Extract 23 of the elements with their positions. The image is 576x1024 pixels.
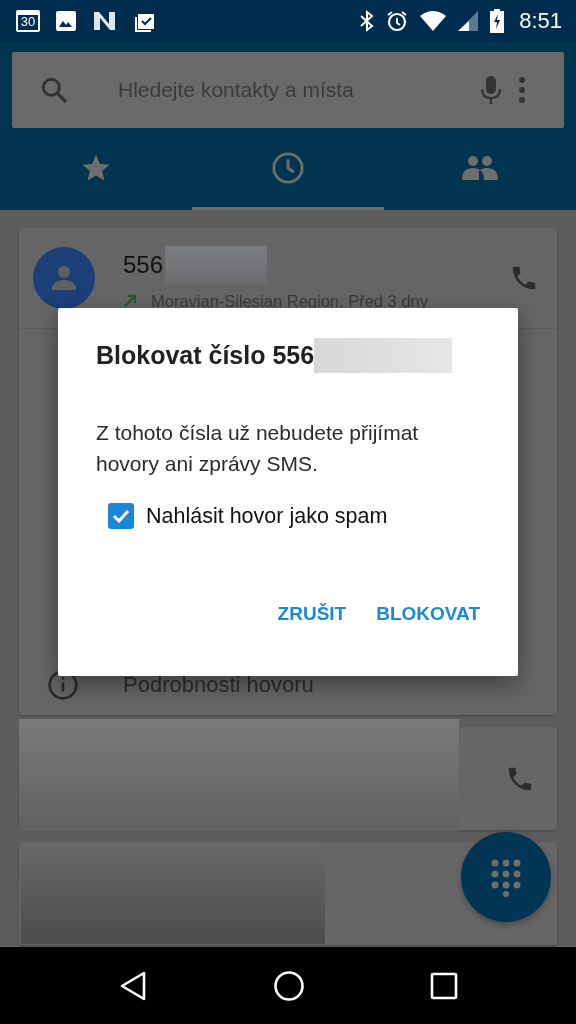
image-icon	[54, 9, 78, 33]
dialog-title: Blokovat číslo 556	[96, 341, 315, 370]
report-spam-checkbox[interactable]: Nahlásit hovor jako spam	[108, 503, 388, 529]
clock-icon	[271, 150, 305, 185]
outgoing-call-arrow-icon	[123, 294, 137, 308]
clock-time: 8:51	[519, 8, 562, 34]
dialpad-icon	[489, 857, 523, 897]
n-logo-icon	[92, 9, 118, 33]
people-icon	[461, 153, 499, 182]
dialog-message: Z tohoto čísla už nebudete přijímat hovory ani zprávy SMS.	[96, 420, 420, 477]
battery-charging-icon	[489, 8, 506, 34]
info-icon	[47, 669, 79, 701]
home-icon[interactable]	[273, 969, 305, 1002]
more-options-icon[interactable]	[518, 76, 526, 104]
calendar-icon: 30	[16, 10, 40, 32]
phone-number: 556	[123, 250, 164, 279]
microphone-icon[interactable]	[480, 74, 502, 106]
signal-icon	[457, 9, 480, 33]
recent-apps-icon[interactable]	[429, 971, 458, 1000]
cancel-button[interactable]: ZRUŠIT	[273, 597, 351, 631]
bluetooth-icon	[359, 9, 376, 33]
block-button[interactable]: BLOKOVAT	[372, 597, 484, 631]
wifi-icon	[419, 9, 448, 33]
